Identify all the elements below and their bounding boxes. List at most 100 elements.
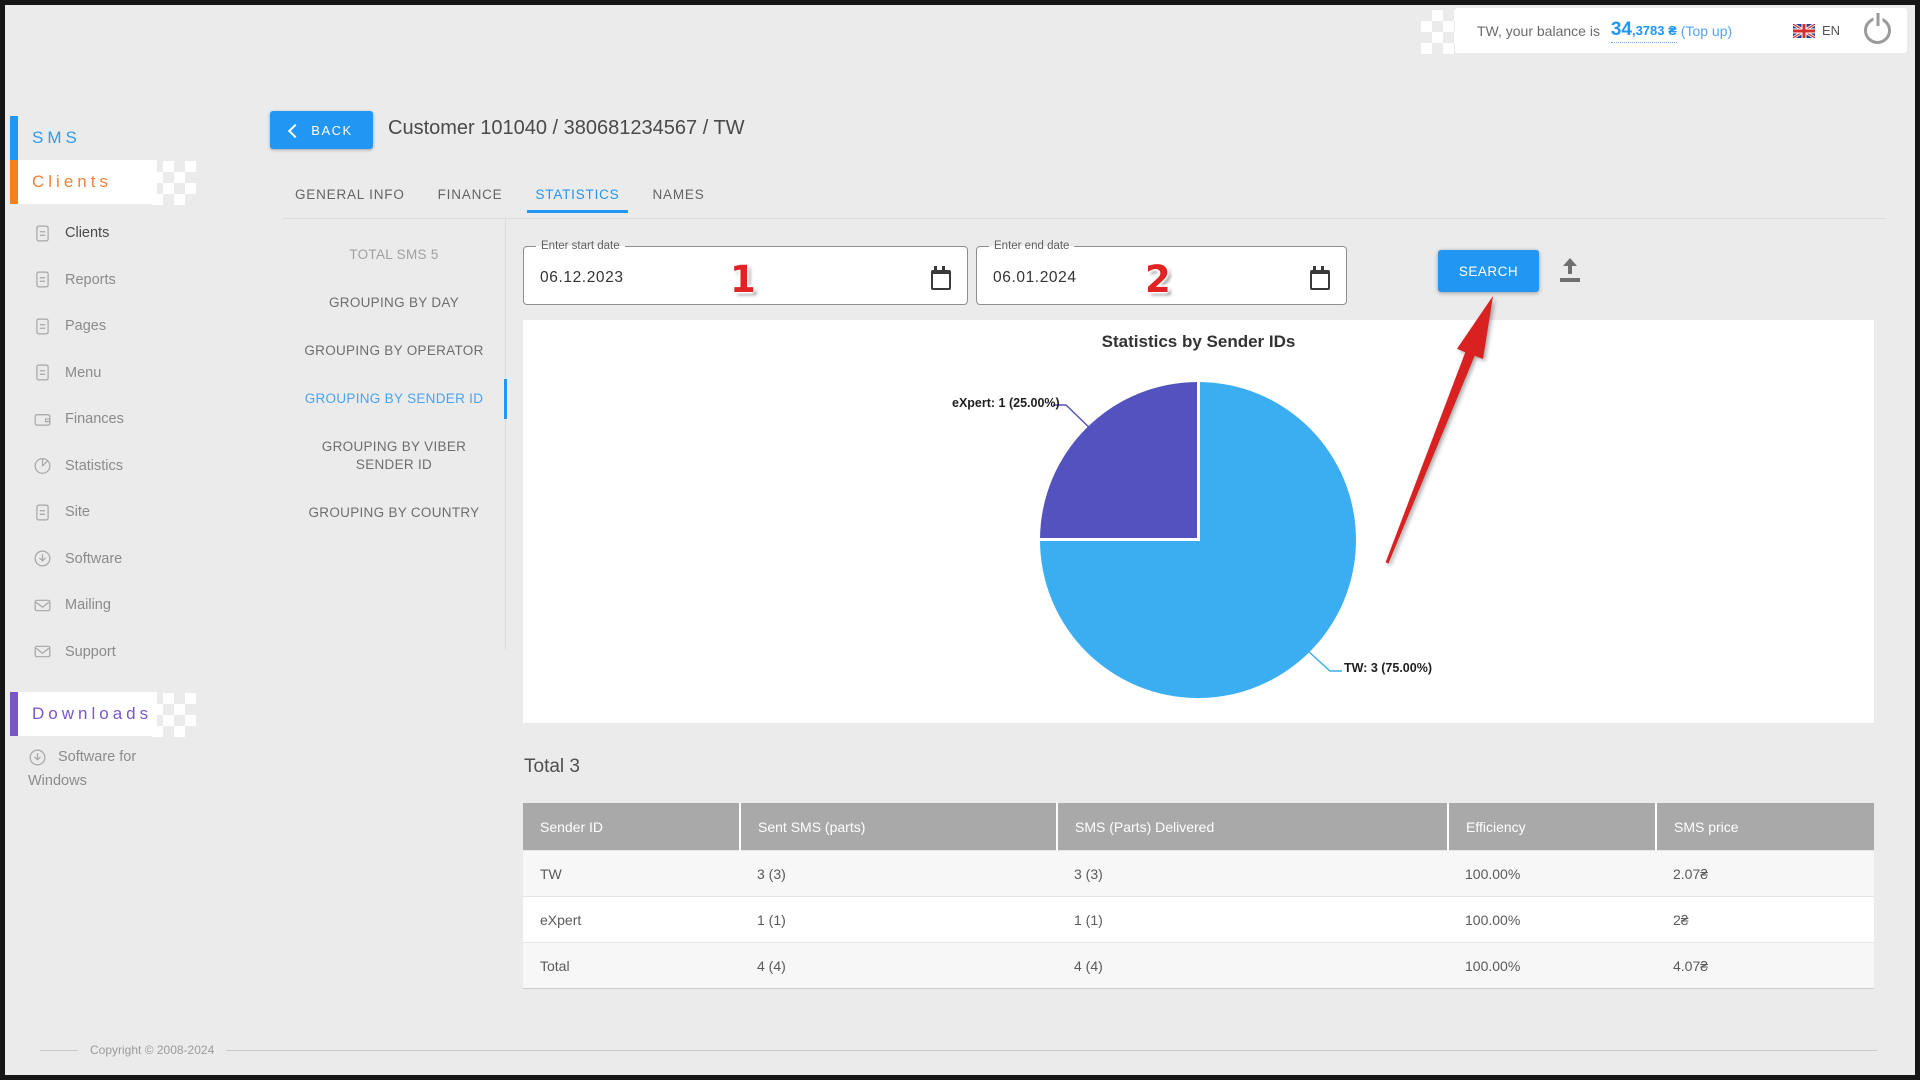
section-accent-bar: [10, 116, 18, 160]
cell-delivered: 1 (1): [1057, 897, 1448, 943]
document-icon: [33, 317, 52, 336]
sidebar-item-label: Site: [65, 504, 90, 520]
sidebar-item-menu[interactable]: Menu: [10, 350, 250, 397]
pie-label-expert: eXpert: 1 (25.00%): [952, 396, 1060, 410]
sender-id-table: Sender ID Sent SMS (parts) SMS (Parts) D…: [523, 803, 1874, 989]
logout-power-icon[interactable]: [1864, 17, 1891, 44]
subnav-grouping-by-viber-sender-id[interactable]: GROUPING BY VIBER SENDER ID: [283, 423, 505, 489]
balance-amount[interactable]: 34,3783 ₴: [1611, 19, 1677, 43]
cell-price: 4.07₴: [1656, 943, 1874, 989]
cell-sender-id: Total: [523, 943, 740, 989]
sidebar-section-downloads[interactable]: Downloads: [10, 692, 157, 736]
sidebar-item-software[interactable]: Software: [10, 536, 250, 583]
start-date-value[interactable]: 06.12.2023: [540, 269, 624, 287]
sidebar-item-reports[interactable]: Reports: [10, 257, 250, 304]
sidebar-item-label: Software: [65, 551, 122, 567]
sidebar-menu: Clients Reports Pages Menu Finances Stat…: [10, 210, 250, 675]
footer: Copyright © 2008-2024: [40, 1043, 1877, 1057]
start-date-label: Enter start date: [536, 240, 625, 252]
document-icon: [33, 224, 52, 243]
export-upload-icon[interactable]: [1560, 258, 1580, 282]
section-accent-bar: [10, 160, 18, 204]
sidebar-item-label: Statistics: [65, 458, 123, 474]
table-header-row: Sender ID Sent SMS (parts) SMS (Parts) D…: [523, 803, 1874, 851]
tab-names[interactable]: NAMES: [653, 180, 705, 218]
footer-divider: [40, 1050, 78, 1051]
col-efficiency: Efficiency: [1448, 803, 1656, 851]
table-row-total: Total 4 (4) 4 (4) 100.00% 4.07₴: [523, 943, 1874, 989]
copyright-text: Copyright © 2008-2024: [90, 1043, 214, 1057]
sidebar-item-label: Support: [65, 644, 116, 660]
table-row: TW 3 (3) 3 (3) 100.00% 2.07₴: [523, 851, 1874, 897]
tab-statistics[interactable]: STATISTICS: [535, 180, 619, 218]
tab-finance[interactable]: FINANCE: [438, 180, 503, 218]
tab-bar: GENERAL INFO FINANCE STATISTICS NAMES: [283, 180, 1886, 219]
sidebar-item-support[interactable]: Support: [10, 629, 250, 676]
chart-title: Statistics by Sender IDs: [523, 332, 1874, 352]
footer-divider: [226, 1050, 1877, 1051]
download-icon: [33, 549, 52, 568]
subnav-grouping-by-operator[interactable]: GROUPING BY OPERATOR: [283, 327, 505, 375]
pie-slice-divider: [1039, 538, 1199, 541]
search-button[interactable]: SEARCH: [1438, 250, 1539, 292]
balance-fraction: ,3783 ₴: [1632, 23, 1677, 38]
app-window: TW, your balance is 34,3783 ₴ (Top up) E…: [0, 0, 1920, 1080]
section-accent-bar: [10, 692, 18, 736]
statistics-subnav: TOTAL SMS 5 GROUPING BY DAY GROUPING BY …: [283, 218, 506, 650]
start-date-input[interactable]: Enter start date 06.12.2023 1: [523, 240, 968, 305]
end-date-value[interactable]: 06.01.2024: [993, 269, 1077, 287]
document-icon: [33, 503, 52, 522]
tab-general-info[interactable]: GENERAL INFO: [295, 180, 405, 218]
document-icon: [33, 270, 52, 289]
balance-label: TW, your balance is: [1477, 23, 1604, 39]
cell-sender-id: TW: [523, 851, 740, 897]
uk-flag-icon[interactable]: [1793, 24, 1815, 38]
cell-efficiency: 100.00%: [1448, 943, 1656, 989]
wallet-icon: [33, 410, 52, 429]
sidebar-item-finances[interactable]: Finances: [10, 396, 250, 443]
cell-price: 2.07₴: [1656, 851, 1874, 897]
sidebar-item-label: Clients: [65, 225, 109, 241]
end-date-input[interactable]: Enter end date 06.01.2024 2: [976, 240, 1347, 305]
pie-label-tw: TW: 3 (75.00%): [1344, 661, 1432, 675]
sidebar-section-clients[interactable]: Clients: [10, 160, 157, 204]
sidebar-item-software-for-windows[interactable]: Software for Windows: [28, 745, 168, 793]
annotation-step-1: 1: [730, 258, 756, 301]
back-button-label: BACK: [311, 123, 352, 138]
cell-delivered: 4 (4): [1057, 943, 1448, 989]
download-icon: [28, 748, 47, 767]
sidebar-item-site[interactable]: Site: [10, 489, 250, 536]
sidebar-section-label: Clients: [32, 172, 112, 192]
sidebar-item-mailing[interactable]: Mailing: [10, 582, 250, 629]
sidebar-section-sms[interactable]: SMS: [10, 116, 81, 160]
calendar-icon[interactable]: [1310, 270, 1330, 290]
sidebar-section-label: SMS: [32, 128, 81, 148]
sidebar-item-clients[interactable]: Clients: [10, 210, 250, 257]
language-label[interactable]: EN: [1822, 23, 1840, 38]
calendar-icon[interactable]: [931, 270, 951, 290]
sidebar-item-label: Reports: [65, 272, 116, 288]
cell-delivered: 3 (3): [1057, 851, 1448, 897]
sidebar-item-pages[interactable]: Pages: [10, 303, 250, 350]
sidebar-item-label: Finances: [65, 411, 124, 427]
subnav-grouping-by-day[interactable]: GROUPING BY DAY: [283, 279, 505, 327]
sidebar-item-label: Mailing: [65, 597, 111, 613]
col-delivered: SMS (Parts) Delivered: [1057, 803, 1448, 851]
cell-sent: 4 (4): [740, 943, 1057, 989]
col-sent-sms: Sent SMS (parts): [740, 803, 1057, 851]
top-up-link[interactable]: (Top up): [1681, 23, 1732, 39]
subnav-grouping-by-sender-id[interactable]: GROUPING BY SENDER ID: [283, 375, 505, 423]
cell-sender-id: eXpert: [523, 897, 740, 943]
sidebar-item-label: Pages: [65, 318, 106, 334]
subnav-grouping-by-country[interactable]: GROUPING BY COUNTRY: [283, 489, 505, 537]
subnav-total-sms[interactable]: TOTAL SMS 5: [283, 231, 505, 279]
balance-integer: 34: [1611, 19, 1632, 40]
cell-sent: 1 (1): [740, 897, 1057, 943]
annotation-step-2: 2: [1145, 258, 1171, 301]
table-row: eXpert 1 (1) 1 (1) 100.00% 2₴: [523, 897, 1874, 943]
sidebar-item-statistics[interactable]: Statistics: [10, 443, 250, 490]
cell-sent: 3 (3): [740, 851, 1057, 897]
back-button[interactable]: BACK: [270, 111, 373, 149]
page-title: Customer 101040 / 380681234567 / TW: [388, 117, 745, 140]
col-sender-id: Sender ID: [523, 803, 740, 851]
